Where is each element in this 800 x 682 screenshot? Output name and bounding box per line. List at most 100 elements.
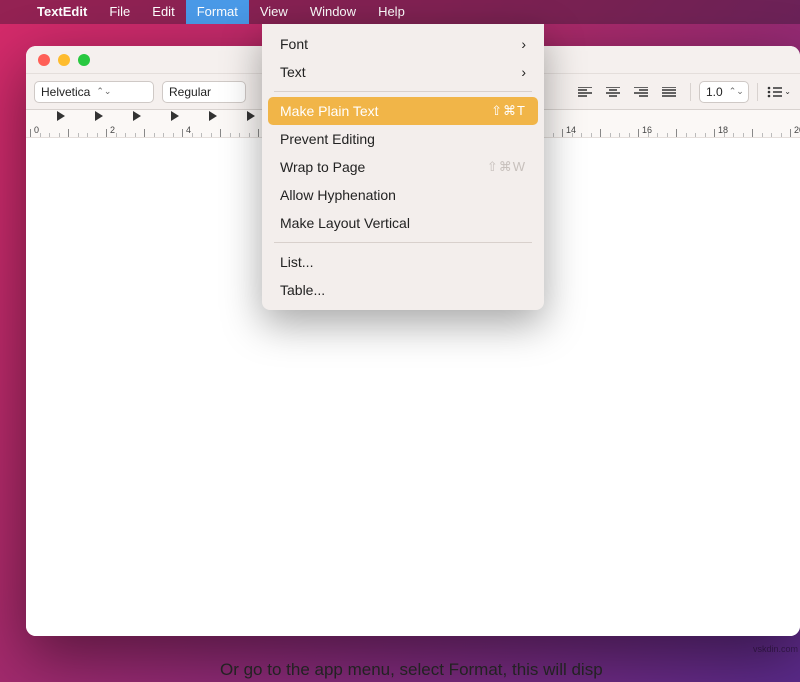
menu-item-label: Wrap to Page: [280, 159, 365, 175]
ruler-minor-tick: [173, 133, 174, 137]
tab-stop-marker[interactable]: [209, 111, 217, 121]
ruler-tick: [676, 129, 677, 137]
menu-help[interactable]: Help: [367, 0, 416, 24]
menu-item-label: Table...: [280, 282, 325, 298]
menu-item-label: List...: [280, 254, 313, 270]
menu-file[interactable]: File: [98, 0, 141, 24]
menubar-app-name[interactable]: TextEdit: [26, 0, 98, 24]
ruler-minor-tick: [59, 133, 60, 137]
tab-stop-marker[interactable]: [247, 111, 255, 121]
ruler-minor-tick: [581, 133, 582, 137]
align-left-icon: [578, 87, 592, 97]
menubar: TextEdit File Edit Format View Window He…: [0, 0, 800, 24]
ruler-tick: [68, 129, 69, 137]
menu-item-make-plain-text[interactable]: Make Plain Text⇧⌘T: [268, 97, 538, 125]
ruler-tick: [258, 129, 259, 137]
menu-item-label: Make Layout Vertical: [280, 215, 410, 231]
alignment-segmented: [572, 81, 682, 103]
ruler-minor-tick: [686, 133, 687, 137]
align-center-button[interactable]: [600, 81, 626, 103]
tab-stop-marker[interactable]: [133, 111, 141, 121]
ruler-tick: [220, 129, 221, 137]
ruler-label: 0: [34, 125, 39, 135]
menu-item-label: Prevent Editing: [280, 131, 375, 147]
ruler-minor-tick: [201, 133, 202, 137]
ruler-minor-tick: [40, 133, 41, 137]
ruler-tick: [106, 129, 107, 137]
ruler-minor-tick: [116, 133, 117, 137]
ruler-minor-tick: [211, 133, 212, 137]
menu-item-label: Make Plain Text: [280, 103, 379, 119]
line-spacing-value: 1.0: [706, 85, 723, 99]
ruler-label: 4: [186, 125, 191, 135]
ruler-tick: [30, 129, 31, 137]
menu-item-prevent-editing[interactable]: Prevent Editing: [262, 125, 544, 153]
ruler-tick: [714, 129, 715, 137]
minimize-button[interactable]: [58, 54, 70, 66]
ruler-minor-tick: [724, 133, 725, 137]
menu-separator: [274, 91, 532, 92]
ruler-tick: [562, 129, 563, 137]
menu-item-text[interactable]: Text ›: [262, 58, 544, 86]
tab-stop-marker[interactable]: [57, 111, 65, 121]
ruler-minor-tick: [78, 133, 79, 137]
ruler-tick: [182, 129, 183, 137]
watermark: vskdin.com: [753, 644, 798, 654]
menu-window[interactable]: Window: [299, 0, 367, 24]
ruler-minor-tick: [648, 133, 649, 137]
menu-item-list[interactable]: List...: [262, 248, 544, 276]
font-style-select[interactable]: Regular: [162, 81, 246, 103]
tab-stop-marker[interactable]: [171, 111, 179, 121]
align-right-button[interactable]: [628, 81, 654, 103]
menu-item-label: Font: [280, 36, 308, 52]
font-family-select[interactable]: Helvetica ⌃⌄: [34, 81, 154, 103]
ruler-minor-tick: [239, 133, 240, 137]
caption-text: Or go to the app menu, select Format, th…: [220, 660, 603, 680]
ruler-minor-tick: [695, 133, 696, 137]
chevron-updown-icon: ⌃⌄: [96, 86, 111, 97]
toolbar-separator: [690, 83, 691, 101]
ruler-tick: [600, 129, 601, 137]
traffic-lights: [38, 54, 90, 66]
chevron-right-icon: ›: [521, 64, 526, 80]
ruler-minor-tick: [657, 133, 658, 137]
line-spacing-select[interactable]: 1.0 ⌃⌄: [699, 81, 749, 103]
chevron-down-icon: ⌄: [784, 87, 791, 96]
menu-item-allow-hyphenation[interactable]: Allow Hyphenation: [262, 181, 544, 209]
menu-item-table[interactable]: Table...: [262, 276, 544, 304]
ruler-minor-tick: [781, 133, 782, 137]
ruler-minor-tick: [572, 133, 573, 137]
menu-item-label: Text: [280, 64, 306, 80]
menu-view[interactable]: View: [249, 0, 299, 24]
list-style-button[interactable]: ⌄: [766, 81, 792, 103]
ruler-minor-tick: [553, 133, 554, 137]
ruler-minor-tick: [192, 133, 193, 137]
ruler-minor-tick: [87, 133, 88, 137]
menu-item-font[interactable]: Font›: [262, 30, 544, 58]
ruler-minor-tick: [125, 133, 126, 137]
ruler-tick: [752, 129, 753, 137]
align-left-button[interactable]: [572, 81, 598, 103]
close-button[interactable]: [38, 54, 50, 66]
ruler-tick: [638, 129, 639, 137]
zoom-button[interactable]: [78, 54, 90, 66]
ruler-minor-tick: [249, 133, 250, 137]
menu-format[interactable]: Format: [186, 0, 249, 24]
align-right-icon: [634, 87, 648, 97]
ruler-label: 2: [110, 125, 115, 135]
toolbar-separator: [757, 83, 758, 101]
align-justify-icon: [662, 87, 676, 97]
ruler-minor-tick: [163, 133, 164, 137]
tab-stop-marker[interactable]: [95, 111, 103, 121]
menu-item-wrap-to-page[interactable]: Wrap to Page⇧⌘W: [262, 153, 544, 181]
menu-item-make-layout-vertical[interactable]: Make Layout Vertical: [262, 209, 544, 237]
ruler-minor-tick: [230, 133, 231, 137]
ruler-minor-tick: [629, 133, 630, 137]
ruler-minor-tick: [591, 133, 592, 137]
ruler-minor-tick: [610, 133, 611, 137]
menu-edit[interactable]: Edit: [141, 0, 185, 24]
format-menu-dropdown: Font› Text › Make Plain Text⇧⌘T Prevent Edit…: [262, 24, 544, 310]
font-style-value: Regular: [169, 85, 211, 99]
align-justify-button[interactable]: [656, 81, 682, 103]
ruler-minor-tick: [97, 133, 98, 137]
